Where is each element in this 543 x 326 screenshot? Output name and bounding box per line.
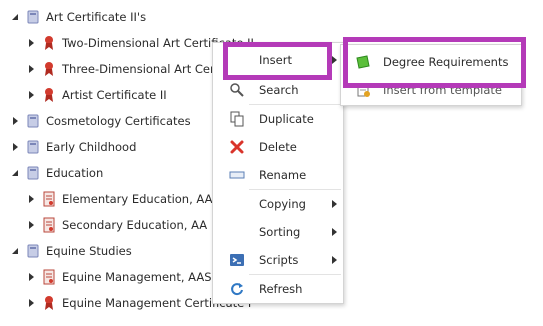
tree-item-label: Artist Certificate II: [62, 88, 167, 102]
menu-item-label: Refresh: [259, 282, 303, 296]
degree-document-icon: [42, 191, 56, 207]
menu-separator: [249, 104, 341, 105]
menu-item-label: Duplicate: [259, 112, 314, 126]
collapsed-arrow-icon[interactable]: [26, 272, 36, 282]
ribbon-icon: [42, 35, 56, 51]
folder-book-icon: [26, 243, 40, 259]
collapsed-arrow-icon[interactable]: [26, 90, 36, 100]
folder-book-icon: [26, 113, 40, 129]
expanded-arrow-icon[interactable]: [10, 246, 20, 256]
tree-item-label: Early Childhood: [46, 140, 137, 154]
tree-item-label: Equine Management, AAS: [62, 270, 212, 284]
menu-item-delete[interactable]: Delete: [213, 134, 343, 160]
menu-item-duplicate[interactable]: Duplicate: [213, 106, 343, 132]
submenu-arrow-icon: [332, 228, 337, 236]
collapsed-arrow-icon[interactable]: [26, 220, 36, 230]
menu-item-copying[interactable]: Copying: [213, 191, 343, 217]
submenu-arrow-icon: [332, 256, 337, 264]
duplicate-icon: [229, 111, 245, 127]
highlight-box-degree-requirements: [343, 37, 526, 88]
collapsed-arrow-icon[interactable]: [26, 64, 36, 74]
folder-book-icon: [26, 9, 40, 25]
submenu-arrow-icon: [332, 56, 337, 64]
expanded-arrow-icon[interactable]: [10, 168, 20, 178]
collapsed-arrow-icon[interactable]: [26, 194, 36, 204]
tree-item-early-childhood[interactable]: Early Childhood: [10, 136, 136, 158]
tree-item-label: Elementary Education, AA: [62, 192, 213, 206]
ribbon-icon: [42, 295, 56, 311]
menu-item-sorting[interactable]: Sorting: [213, 219, 343, 245]
tree-item-label: Art Certificate II's: [46, 10, 147, 24]
tree-item-label: Three-Dimensional Art Cer: [62, 62, 215, 76]
menu-item-label: Scripts: [259, 253, 299, 267]
menu-item-label: Copying: [259, 197, 306, 211]
menu-separator: [249, 274, 341, 275]
collapsed-arrow-icon[interactable]: [10, 116, 20, 126]
degree-document-icon: [42, 217, 56, 233]
scripts-icon: [229, 252, 245, 268]
folder-book-icon: [26, 139, 40, 155]
menu-item-search[interactable]: Search: [213, 77, 343, 103]
magnifier-icon: [229, 82, 245, 98]
ribbon-icon: [42, 61, 56, 77]
tree-item-label: Secondary Education, AA: [62, 218, 208, 232]
tree-item-equine-management-aas[interactable]: Equine Management, AAS: [26, 266, 212, 288]
collapsed-arrow-icon[interactable]: [26, 298, 36, 308]
menu-item-scripts[interactable]: Scripts: [213, 247, 343, 273]
context-menu: Insert Search Duplicate Delete Rename Co…: [212, 42, 344, 304]
degree-document-icon: [42, 269, 56, 285]
menu-item-refresh[interactable]: Refresh: [213, 276, 343, 302]
expanded-arrow-icon[interactable]: [10, 12, 20, 22]
ribbon-icon: [42, 87, 56, 103]
tree-item-equine-studies[interactable]: Equine Studies: [10, 240, 132, 262]
rename-icon: [229, 167, 245, 183]
tree-item-secondary-education[interactable]: Secondary Education, AA: [26, 214, 207, 236]
menu-item-label: Rename: [259, 168, 307, 182]
tree-item-art-certificate-iis[interactable]: Art Certificate II's: [10, 6, 146, 28]
refresh-icon: [229, 281, 245, 297]
tree-item-elementary-education[interactable]: Elementary Education, AA: [26, 188, 212, 210]
menu-item-label: Delete: [259, 140, 297, 154]
tree-item-three-dimensional-art[interactable]: Three-Dimensional Art Cer: [26, 58, 215, 80]
tree-item-cosmetology-certificates[interactable]: Cosmetology Certificates: [10, 110, 191, 132]
collapsed-arrow-icon[interactable]: [26, 38, 36, 48]
menu-item-label: Search: [259, 83, 299, 97]
tree-item-label: Cosmetology Certificates: [46, 114, 191, 128]
delete-x-icon: [229, 139, 245, 155]
submenu-arrow-icon: [332, 200, 337, 208]
tree-item-artist-certificate-ii[interactable]: Artist Certificate II: [26, 84, 167, 106]
tree-item-education[interactable]: Education: [10, 162, 103, 184]
tree-item-label: Equine Studies: [46, 244, 132, 258]
menu-item-label: Sorting: [259, 225, 301, 239]
folder-book-icon: [26, 165, 40, 181]
collapsed-arrow-icon[interactable]: [10, 142, 20, 152]
highlight-box-insert: [223, 42, 332, 80]
menu-item-rename[interactable]: Rename: [213, 162, 343, 188]
menu-separator: [249, 189, 341, 190]
tree-item-label: Education: [46, 166, 104, 180]
